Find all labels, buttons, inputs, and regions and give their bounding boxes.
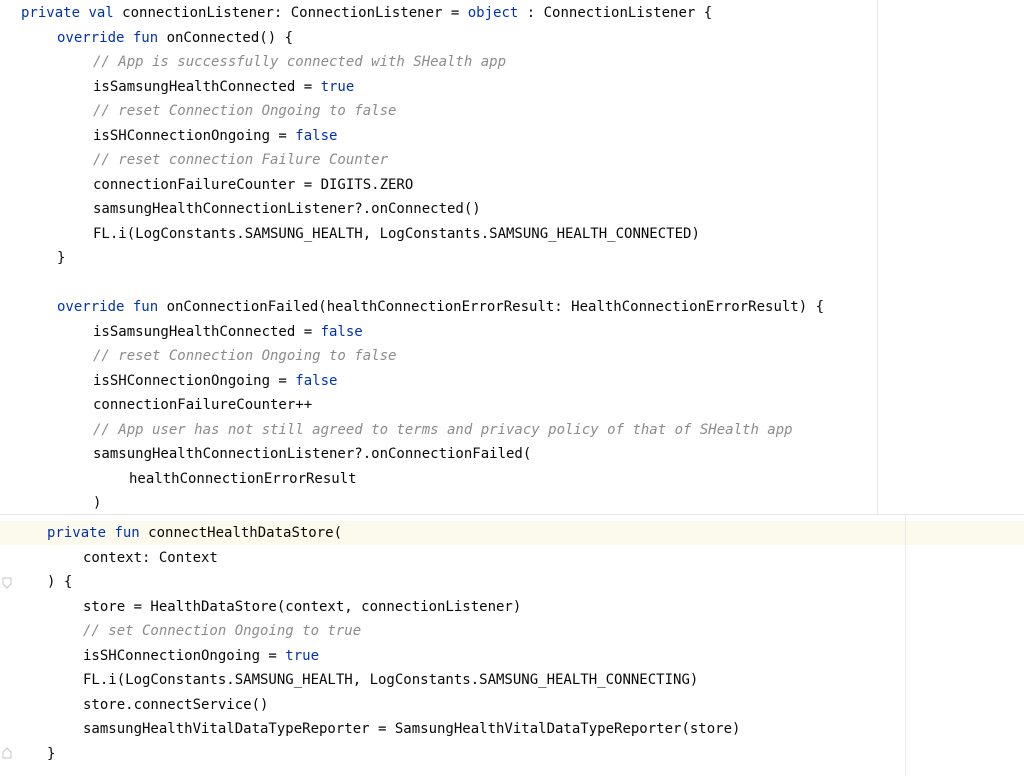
comment: // App user has not still agreed to term… xyxy=(93,421,793,438)
code-editor-pane-top[interactable]: private val connectionListener: Connecti… xyxy=(0,0,1024,514)
comment: // set Connection Ongoing to true xyxy=(83,623,362,639)
code-text: connectionFailureCounter++ xyxy=(93,397,313,413)
code-text: samsungHealthConnectionListener?.onConne… xyxy=(93,446,532,462)
code-line[interactable]: override fun onConnectionFailed(healthCo… xyxy=(21,295,824,319)
code-text: samsungHealthVitalDataTypeReporter = Sam… xyxy=(83,721,741,737)
keyword: private xyxy=(21,5,89,21)
code-text: onConnected() { xyxy=(166,29,294,46)
code-text: isSHConnectionOngoing = xyxy=(93,127,296,144)
code-line[interactable]: samsungHealthConnectionListener?.onConne… xyxy=(21,442,531,466)
keyword: false xyxy=(295,372,338,389)
code-text: store.connectService() xyxy=(83,696,269,713)
code-text: ) xyxy=(93,495,102,511)
code-text: isSHConnectionOngoing = xyxy=(93,372,296,389)
fold-marker-icon[interactable] xyxy=(2,577,12,589)
code-text: isSHConnectionOngoing = xyxy=(83,647,286,664)
code-line[interactable]: store = HealthDataStore(context, connect… xyxy=(47,595,521,619)
code-line[interactable]: isSHConnectionOngoing = false xyxy=(21,369,337,393)
fold-marker-icon[interactable] xyxy=(2,747,12,759)
keyword: false xyxy=(320,323,363,340)
keyword: override xyxy=(57,29,133,46)
code-text: store = HealthDataStore(context, connect… xyxy=(83,598,522,615)
right-margin-guide xyxy=(877,0,878,514)
code-line[interactable]: healthConnectionErrorResult xyxy=(21,467,357,491)
code-text: isSamsungHealthConnected = xyxy=(93,78,321,95)
code-text: connectionFailureCounter = DIGITS.ZERO xyxy=(93,176,414,193)
keyword: override xyxy=(57,299,133,315)
right-margin-guide xyxy=(905,515,906,776)
code-line[interactable]: FL.i(LogConstants.SAMSUNG_HEALTH, LogCon… xyxy=(47,668,698,692)
keyword: fun xyxy=(132,29,167,46)
code-line[interactable]: context: Context xyxy=(47,546,218,570)
code-line[interactable]: private fun connectHealthDataStore( xyxy=(47,521,342,545)
code-editor-pane-bottom[interactable]: private fun connectHealthDataStore( conte… xyxy=(0,514,1024,776)
code-text: context: Context xyxy=(83,549,218,566)
code-line[interactable]: // reset Connection Ongoing to false xyxy=(21,344,396,368)
code-text: healthConnectionErrorResult xyxy=(129,470,357,487)
code-text: FL.i(LogConstants.SAMSUNG_HEALTH, LogCon… xyxy=(83,672,699,688)
code-line[interactable]: FL.i(LogConstants.SAMSUNG_HEALTH, LogCon… xyxy=(21,222,700,246)
code-line[interactable]: samsungHealthVitalDataTypeReporter = Sam… xyxy=(47,717,740,741)
code-line[interactable]: isSamsungHealthConnected = true xyxy=(21,75,354,99)
code-text: isSamsungHealthConnected = xyxy=(93,323,321,340)
code-text: onConnectionFailed(healthConnectionError… xyxy=(166,299,825,315)
code-line[interactable]: store.connectService() xyxy=(47,693,268,717)
keyword: false xyxy=(295,127,338,144)
code-text: ) { xyxy=(47,574,73,590)
code-line[interactable]: samsungHealthConnectionListener?.onConne… xyxy=(21,197,481,221)
keyword: val xyxy=(88,5,123,21)
code-line[interactable]: isSHConnectionOngoing = true xyxy=(47,644,319,668)
keyword: fun xyxy=(114,525,149,541)
code-line[interactable]: } xyxy=(47,742,55,766)
code-line[interactable]: connectionFailureCounter = DIGITS.ZERO xyxy=(21,173,413,197)
code-line[interactable]: isSHConnectionOngoing = false xyxy=(21,124,337,148)
keyword: private xyxy=(47,525,115,541)
keyword: true xyxy=(285,647,320,664)
code-line[interactable]: ) xyxy=(21,491,101,514)
code-line[interactable]: override fun onConnected() { xyxy=(21,26,293,50)
code-line[interactable]: // App is successfully connected with SH… xyxy=(21,50,506,74)
code-line[interactable]: // reset connection Failure Counter xyxy=(21,148,388,172)
code-line[interactable]: // reset Connection Ongoing to false xyxy=(21,99,396,123)
comment: // App is successfully connected with SH… xyxy=(93,54,507,70)
comment: // reset Connection Ongoing to false xyxy=(93,348,397,364)
code-line[interactable]: private val connectionListener: Connecti… xyxy=(21,1,712,25)
keyword: true xyxy=(320,78,355,95)
code-line[interactable]: } xyxy=(21,246,65,270)
code-text: FL.i(LogConstants.SAMSUNG_HEALTH, LogCon… xyxy=(93,225,700,242)
keyword: fun xyxy=(132,299,167,315)
code-line[interactable]: // App user has not still agreed to term… xyxy=(21,418,793,442)
code-text: connectionListener: ConnectionListener = xyxy=(122,5,468,21)
code-line[interactable]: isSamsungHealthConnected = false xyxy=(21,320,363,344)
code-line[interactable]: ) { xyxy=(47,570,72,594)
comment: // reset Connection Ongoing to false xyxy=(93,103,397,119)
comment: // reset connection Failure Counter xyxy=(93,152,389,168)
keyword: object xyxy=(467,5,519,21)
code-line[interactable]: // set Connection Ongoing to true xyxy=(47,619,361,643)
code-text: } xyxy=(57,250,66,266)
code-text: : ConnectionListener { xyxy=(518,5,713,21)
code-line[interactable]: connectionFailureCounter++ xyxy=(21,393,312,417)
code-text: connectHealthDataStore( xyxy=(148,525,343,541)
code-text: } xyxy=(47,745,56,762)
code-text: samsungHealthConnectionListener?.onConne… xyxy=(93,201,481,217)
